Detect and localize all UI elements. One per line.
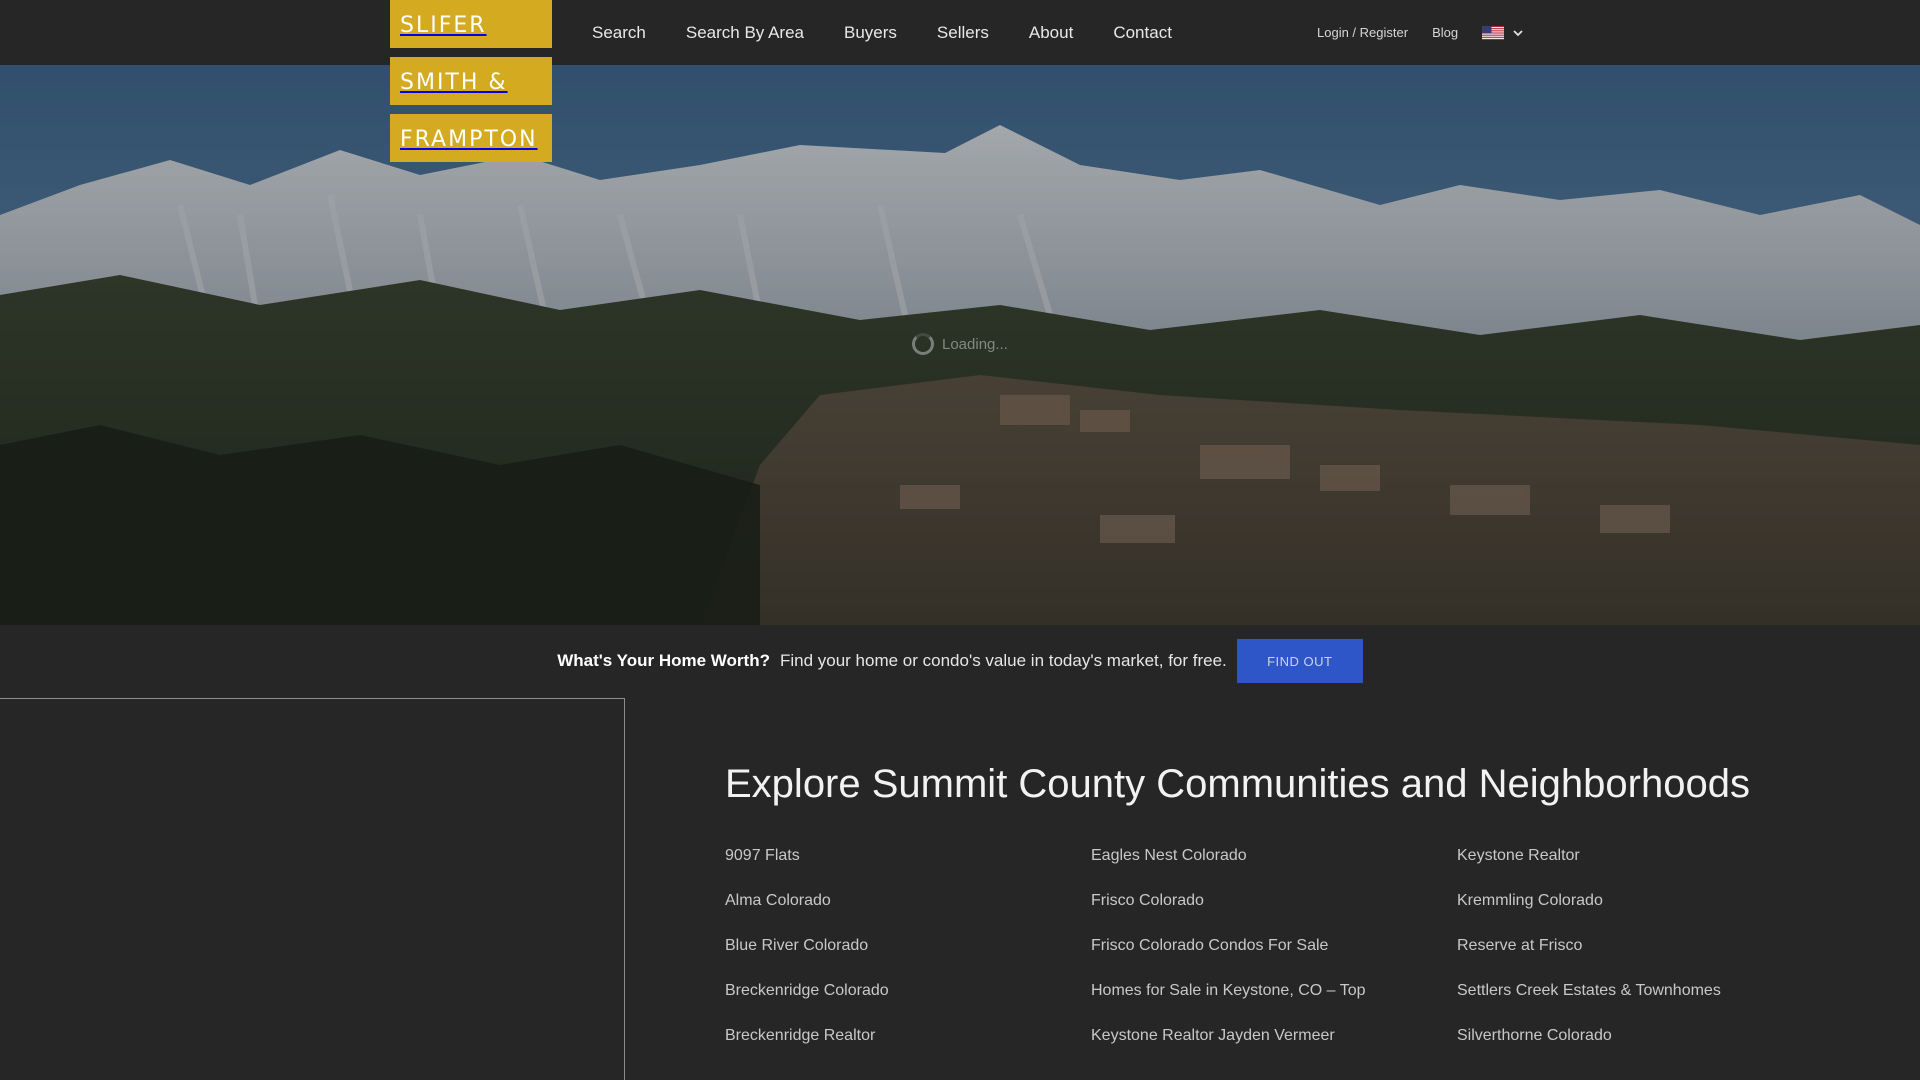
logo-line-2: SMITH & <box>390 57 552 105</box>
logo-line-1: SLIFER <box>390 0 552 48</box>
loading-indicator: Loading... <box>912 333 1008 355</box>
community-link[interactable]: Frisco Colorado Condos For Sale <box>1091 935 1457 957</box>
top-navigation-bar: Search Search By Area Buyers Sellers Abo… <box>0 0 1920 65</box>
login-register-link[interactable]: Login / Register <box>1317 25 1408 40</box>
home-value-cta: What's Your Home Worth? Find your home o… <box>0 625 1920 697</box>
language-selector[interactable] <box>1482 25 1524 40</box>
left-panel-frame <box>0 698 625 1080</box>
utility-nav: Login / Register Blog <box>1317 0 1524 65</box>
nav-buyers[interactable]: Buyers <box>844 23 897 43</box>
community-link[interactable]: Silverthorne Colorado <box>1457 1025 1775 1047</box>
brand-logo[interactable]: SLIFER SMITH & FRAMPTON <box>390 0 552 162</box>
spinner-icon <box>912 333 934 355</box>
community-link[interactable]: Kremmling Colorado <box>1457 890 1775 912</box>
community-link[interactable]: Blue River Colorado <box>725 935 1091 957</box>
nav-about[interactable]: About <box>1029 23 1073 43</box>
cta-description: Find your home or condo's value in today… <box>779 651 1227 670</box>
hero-banner: Loading... <box>0 65 1920 625</box>
blog-link[interactable]: Blog <box>1432 25 1458 40</box>
community-link[interactable]: Homes for Sale in Keystone, CO – Top <box>1091 980 1457 1002</box>
community-link[interactable]: Eagles Nest Colorado <box>1091 845 1457 867</box>
community-link[interactable]: Breckenridge Colorado <box>725 980 1091 1002</box>
community-link[interactable]: Breckenridge Realtor <box>725 1025 1091 1047</box>
cta-heading: What's Your Home Worth? <box>557 651 770 670</box>
community-link[interactable]: 9097 Flats <box>725 845 1091 867</box>
nav-search[interactable]: Search <box>592 23 646 43</box>
community-link[interactable]: Reserve at Frisco <box>1457 935 1775 957</box>
community-link[interactable]: Alma Colorado <box>725 890 1091 912</box>
main-nav: Search Search By Area Buyers Sellers Abo… <box>592 0 1172 65</box>
chevron-down-icon <box>1513 29 1523 36</box>
nav-contact[interactable]: Contact <box>1113 23 1172 43</box>
community-link[interactable]: Keystone Realtor <box>1457 845 1775 867</box>
find-out-button[interactable]: FIND OUT <box>1236 639 1363 683</box>
community-link[interactable]: Keystone Realtor Jayden Vermeer <box>1091 1025 1457 1047</box>
community-links-grid: 9097 Flats Eagles Nest Colorado Keystone… <box>725 845 1775 1047</box>
nav-search-by-area[interactable]: Search By Area <box>686 23 804 43</box>
community-link[interactable]: Settlers Creek Estates & Townhomes <box>1457 980 1775 1002</box>
loading-text: Loading... <box>942 335 1008 353</box>
nav-sellers[interactable]: Sellers <box>937 23 989 43</box>
us-flag-icon <box>1482 25 1505 40</box>
logo-line-3: FRAMPTON <box>390 114 552 162</box>
community-link[interactable]: Frisco Colorado <box>1091 890 1457 912</box>
explore-heading: Explore Summit County Communities and Ne… <box>725 762 1750 806</box>
